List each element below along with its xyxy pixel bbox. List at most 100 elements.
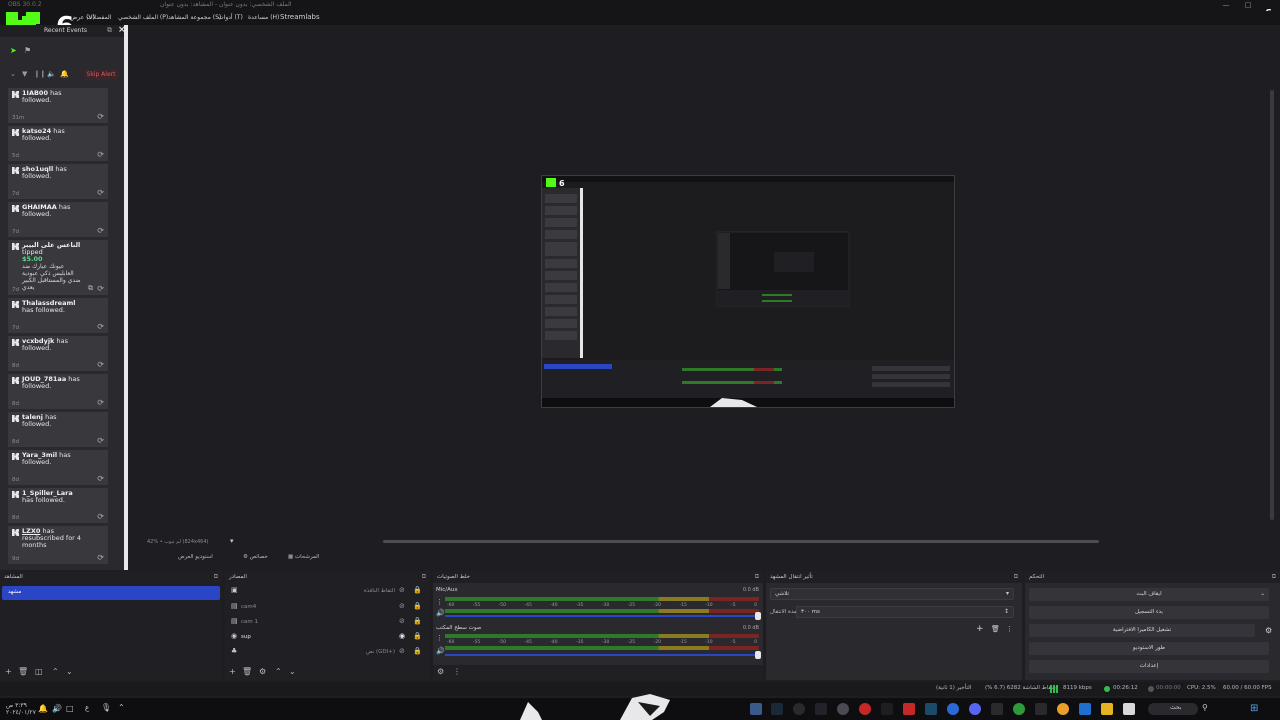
repeat-icon[interactable]: ⟳ (97, 512, 104, 521)
menu-dots-icon[interactable]: ⋮ (1006, 625, 1013, 633)
add-icon[interactable]: + (5, 667, 12, 676)
float-icon[interactable]: ⧉ (755, 573, 759, 581)
maximize-icon[interactable]: □ (1240, 0, 1256, 11)
hidden-icon[interactable]: ⊘ (399, 602, 405, 610)
settings-app-icon[interactable] (793, 703, 805, 715)
app-icon[interactable] (1035, 703, 1047, 715)
source-item[interactable]: ◉ sup ◉ 🔒 (225, 631, 425, 644)
events-feed-icon[interactable]: ➤ (10, 46, 20, 56)
trash-icon[interactable]: 🗑 (991, 625, 1000, 633)
menu-item-streamlabs[interactable]: Streamlabs (280, 13, 320, 21)
close-icon[interactable]: × (118, 25, 126, 35)
studio-mode-button[interactable]: طور الاستوديو (1029, 642, 1269, 655)
repeat-icon[interactable]: ⟳ (97, 226, 104, 235)
repeat-icon[interactable]: ⟳ (97, 398, 104, 407)
stop-streaming-button[interactable]: ايقاف البث ⌄ (1029, 588, 1269, 601)
chevron-up-icon[interactable]: ⌃ (52, 667, 59, 676)
volume-slider[interactable] (445, 651, 761, 659)
menu-item-tools[interactable]: أدوات (T) (218, 14, 243, 21)
epic-icon[interactable] (815, 703, 827, 715)
windows-start-icon[interactable]: ⊞ (1250, 703, 1262, 715)
source-item[interactable]: ▣ التقاط النافذة ⊘ 🔒 (225, 585, 425, 598)
source-item[interactable]: ♣ نص (GDI+) ⊘ 🔒 (225, 646, 425, 659)
lock-icon[interactable]: 🔒 (413, 647, 422, 655)
repeat-icon[interactable]: ⟳ (97, 112, 104, 121)
float-icon[interactable]: ⧉ (1014, 573, 1018, 581)
app-icon[interactable] (903, 703, 915, 715)
slider-handle[interactable] (755, 612, 761, 620)
vertical-scrollbar[interactable] (1270, 90, 1274, 520)
skip-alert-button[interactable]: Skip Alert (84, 69, 118, 80)
app-icon[interactable] (881, 703, 893, 715)
app-icon[interactable] (837, 703, 849, 715)
trash-icon[interactable]: 🗑 (18, 667, 28, 676)
menu-dots-icon[interactable]: ⋮ (436, 598, 443, 606)
repeat-icon[interactable]: ⟳ (97, 436, 104, 445)
preview-scrollbar[interactable] (383, 540, 1099, 543)
pause-icon[interactable]: ❙❙ (34, 70, 46, 78)
copy-icon[interactable]: ⧉ (88, 284, 93, 293)
repeat-icon[interactable]: ⟳ (97, 360, 104, 369)
filters-button[interactable]: ▦ المرشحات (288, 551, 319, 564)
folder-icon[interactable] (1101, 703, 1113, 715)
repeat-icon[interactable]: ⟳ (97, 474, 104, 483)
app-icon[interactable] (991, 703, 1003, 715)
source-item[interactable]: ▤ cam4 ⊘ 🔒 (225, 601, 425, 614)
chevron-down-icon[interactable]: ⌄ (66, 667, 73, 676)
app-icon[interactable] (1079, 703, 1091, 715)
studio-mode-button[interactable]: استوديو العرض (178, 551, 213, 564)
menu-item-scene-collection[interactable]: مجموعة المشاهد (S) (168, 14, 221, 21)
menu-dots-icon[interactable]: ⋮ (453, 667, 461, 676)
volume-icon[interactable]: 🔈 (47, 70, 56, 78)
network-icon[interactable]: □ (66, 704, 74, 713)
menu-item-profile[interactable]: الملف الشخصي (P) (118, 14, 168, 21)
obs-app-icon[interactable] (750, 703, 762, 715)
menu-item-favorites[interactable]: المفضلات (87, 14, 111, 21)
lock-icon[interactable]: 🔒 (413, 602, 422, 610)
chrome-icon[interactable] (1057, 703, 1069, 715)
filter-icon[interactable]: ▼ (22, 70, 27, 78)
app-icon[interactable] (947, 703, 959, 715)
slider-handle[interactable] (755, 651, 761, 659)
volume-icon[interactable]: 🔊 (436, 609, 445, 617)
bell-icon[interactable]: 🔔 (38, 704, 48, 713)
repeat-icon[interactable]: ⟳ (97, 322, 104, 331)
preview-canvas[interactable]: 6 (541, 175, 955, 408)
float-icon[interactable]: ⧉ (1272, 573, 1276, 581)
minimize-icon[interactable]: — (1218, 0, 1234, 11)
scene-item[interactable]: مشهد (2, 586, 220, 600)
chevron-down-icon[interactable]: ▾ (230, 537, 234, 545)
chevron-down-icon[interactable]: ⌄ (289, 667, 296, 676)
hidden-icon[interactable]: ⊘ (399, 617, 405, 625)
repeat-icon[interactable]: ⟳ (97, 188, 104, 197)
search-icon[interactable]: ⚲ (1202, 703, 1208, 712)
alerts-icon[interactable]: ⚑ (24, 46, 34, 56)
bell-icon[interactable]: 🔔 (60, 70, 69, 78)
source-item[interactable]: ▤ cam 1 ⊘ 🔒 (225, 616, 425, 629)
virtual-camera-button[interactable]: تشغيل الكاميرا الافتراضية (1029, 624, 1255, 637)
steam-icon[interactable] (771, 703, 783, 715)
duration-input[interactable]: ٣٠٠ ms ↕ (796, 606, 1014, 618)
properties-button[interactable]: ⚙ خصائص (243, 551, 268, 564)
float-icon[interactable]: ⧉ (107, 26, 112, 35)
lock-icon[interactable]: 🔒 (413, 632, 422, 640)
hidden-icon[interactable]: ⊘ (399, 647, 405, 655)
chevron-up-icon[interactable]: ⌃ (118, 703, 125, 712)
float-icon[interactable]: ⧉ (422, 573, 426, 581)
volume-icon[interactable]: 🔊 (52, 704, 62, 713)
volume-icon[interactable]: 🔊 (436, 647, 445, 655)
add-icon[interactable]: + (229, 667, 236, 676)
repeat-icon[interactable]: ⟳ (97, 150, 104, 159)
gear-icon[interactable]: ⚙ (1265, 626, 1272, 635)
xbox-icon[interactable] (1013, 703, 1025, 715)
app-icon[interactable] (859, 703, 871, 715)
language-indicator[interactable]: ع (85, 704, 89, 712)
menu-dots-icon[interactable]: ⋮ (436, 634, 443, 642)
add-icon[interactable]: + (976, 624, 984, 634)
discord-icon[interactable] (969, 703, 981, 715)
eye-icon[interactable]: ◉ (399, 632, 405, 640)
filter-icon[interactable]: ◫ (35, 667, 43, 676)
app-icon[interactable] (1123, 703, 1135, 715)
menu-item-help[interactable]: مساعدة (H) (248, 14, 279, 21)
chevron-up-icon[interactable]: ⌃ (275, 667, 282, 676)
